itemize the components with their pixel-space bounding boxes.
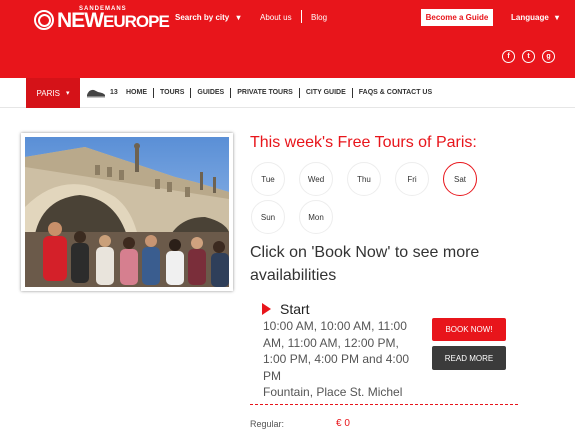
start-label: Start [280, 301, 310, 317]
about-us-link[interactable]: About us [260, 13, 292, 22]
logo-small-text: SANDEMANS [79, 6, 127, 12]
book-now-button[interactable]: BOOK NOW! [432, 318, 506, 341]
become-guide-button[interactable]: Become a Guide [421, 9, 493, 26]
language-menu[interactable]: Language ▾ [511, 13, 559, 22]
start-times: 10:00 AM, 10:00 AM, 11:00 AM, 11:00 AM, … [263, 318, 418, 401]
city-nav: PARIS ▾ 13 HOME TOURS GUIDES PRIVATE TOU… [0, 78, 575, 108]
play-arrow-icon [262, 303, 271, 315]
logo-icon [34, 10, 54, 30]
nav-private-tours-link[interactable]: PRIVATE TOURS [237, 89, 293, 99]
regular-price-label: Regular: [250, 419, 285, 429]
nav-faqs-contact-link[interactable]: FAQS & CONTACT US [359, 89, 432, 99]
day-sat[interactable]: Sat [443, 162, 477, 196]
city-nav-links: HOME TOURS GUIDES PRIVATE TOURS CITY GUI… [126, 88, 432, 99]
chevron-down-icon: ▾ [236, 13, 241, 22]
walking-shoe-icon [87, 89, 105, 98]
read-more-button[interactable]: READ MORE [432, 346, 506, 370]
day-tue[interactable]: Tue [251, 162, 285, 196]
dashed-divider [250, 404, 518, 405]
logo-new-text: NEW [57, 9, 104, 32]
chevron-down-icon: ▾ [65, 90, 70, 97]
regular-price-value: € 0 [336, 418, 350, 429]
search-by-city-menu[interactable]: Search by city ▾ [175, 13, 241, 22]
tour-times: 10:00 AM, 10:00 AM, 11:00 AM, 11:00 AM, … [263, 319, 410, 383]
chevron-down-icon: ▾ [555, 13, 560, 22]
twitter-icon[interactable]: t [522, 50, 535, 63]
facebook-icon[interactable]: f [502, 50, 515, 63]
logo-europe-text: EUROPE [103, 12, 170, 31]
nav-home-link[interactable]: HOME [126, 89, 147, 99]
nav-tours-link[interactable]: TOURS [160, 89, 184, 99]
paris-bridge-image [25, 137, 229, 287]
meeting-location: Fountain, Place St. Michel [263, 385, 403, 399]
day-thu[interactable]: Thu [347, 162, 381, 196]
google-plus-icon[interactable]: g [542, 50, 555, 63]
day-mon[interactable]: Mon [299, 200, 333, 234]
book-now-hint: Click on 'Book Now' to see more availabi… [250, 244, 480, 284]
nav-city-guide-link[interactable]: CITY GUIDE [306, 89, 346, 99]
start-heading: Start [262, 301, 310, 317]
blog-link[interactable]: Blog [311, 13, 327, 22]
site-logo[interactable]: SANDEMANS NEWEUROPE [34, 6, 170, 32]
day-fri[interactable]: Fri [395, 162, 429, 196]
nav-divider [301, 10, 302, 23]
tour-count: 13 [110, 89, 118, 96]
day-sun[interactable]: Sun [251, 200, 285, 234]
tours-headline: This week's Free Tours of Paris: [250, 134, 477, 151]
tour-photo [21, 133, 233, 291]
city-selector[interactable]: PARIS ▾ [26, 78, 80, 108]
day-wed[interactable]: Wed [299, 162, 333, 196]
nav-guides-link[interactable]: GUIDES [197, 89, 224, 99]
site-header: SANDEMANS NEWEUROPE Search by city ▾ Abo… [0, 0, 575, 78]
